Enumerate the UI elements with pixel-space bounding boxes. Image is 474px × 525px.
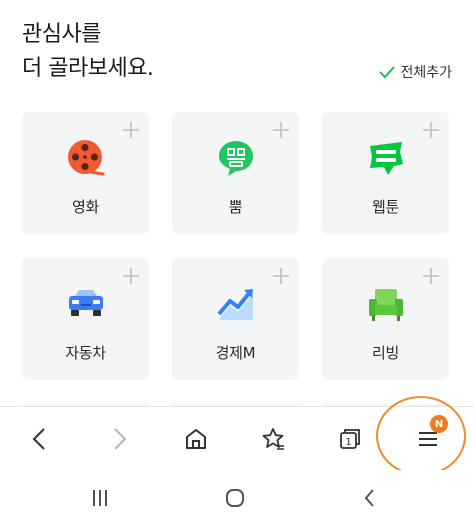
tabs-count: 1 (345, 437, 351, 448)
back-icon (32, 428, 45, 450)
tabs-icon: 1 (340, 429, 360, 449)
home-icon (186, 429, 206, 449)
plus-icon[interactable] (122, 267, 140, 285)
menu-button[interactable]: N (410, 415, 448, 457)
plus-icon[interactable] (272, 267, 290, 285)
armchair-icon (369, 289, 403, 321)
card-label: 영화 (71, 198, 99, 216)
plus-icon[interactable] (272, 121, 290, 139)
forward-icon (114, 428, 127, 450)
page-title-line1: 관심사를 (22, 22, 101, 47)
plus-icon[interactable] (422, 267, 440, 285)
card-label: 경제M (215, 344, 256, 362)
interest-card-ppum[interactable]: 뿜 (172, 112, 299, 234)
rising-chart-icon (217, 289, 253, 320)
add-all-button[interactable]: 전체추가 (379, 62, 452, 82)
tabs-button[interactable]: 1 (332, 421, 368, 457)
system-navigation-bar (0, 470, 474, 525)
plus-icon[interactable] (422, 121, 440, 139)
forward-button[interactable] (101, 421, 137, 457)
recent-apps-icon (93, 490, 107, 506)
webtoon-badge-icon (370, 142, 403, 175)
plus-icon[interactable] (122, 121, 140, 139)
add-all-label: 전체추가 (400, 65, 452, 81)
card-label: 리빙 (371, 344, 399, 362)
card-label: 웹툰 (371, 198, 399, 216)
system-back-button[interactable] (350, 482, 390, 514)
interest-picker-screen: 관심사를 더 골라보세요. 전체추가 영화 뿜 웹툰 자동차 경제M 리빙 1 … (0, 0, 474, 525)
header: 관심사를 더 골라보세요. 전체추가 (22, 18, 452, 94)
car-icon (69, 290, 103, 316)
interest-card-webtoon[interactable]: 웹툰 (322, 112, 449, 234)
card-label: 자동차 (65, 344, 106, 362)
ppum-speech-bubble-icon (219, 141, 253, 176)
checkmark-icon (379, 66, 396, 79)
recent-apps-button[interactable] (80, 482, 120, 514)
card-label: 뿜 (228, 198, 243, 216)
back-button[interactable] (22, 421, 58, 457)
notification-badge: N (430, 415, 448, 433)
interest-card-economy[interactable]: 경제M (172, 258, 299, 380)
bookmarks-button[interactable] (255, 421, 291, 457)
home-button[interactable] (178, 421, 214, 457)
interest-card-car[interactable]: 자동차 (22, 258, 149, 380)
bookmark-star-icon (262, 428, 284, 450)
back-chevron-icon (364, 489, 374, 507)
home-circle-icon (226, 489, 244, 507)
interest-card-living[interactable]: 리빙 (322, 258, 449, 380)
interest-card-movie[interactable]: 영화 (22, 112, 149, 234)
system-home-button[interactable] (215, 482, 255, 514)
browser-toolbar: 1 N (0, 406, 474, 468)
movie-reel-icon (68, 140, 105, 176)
